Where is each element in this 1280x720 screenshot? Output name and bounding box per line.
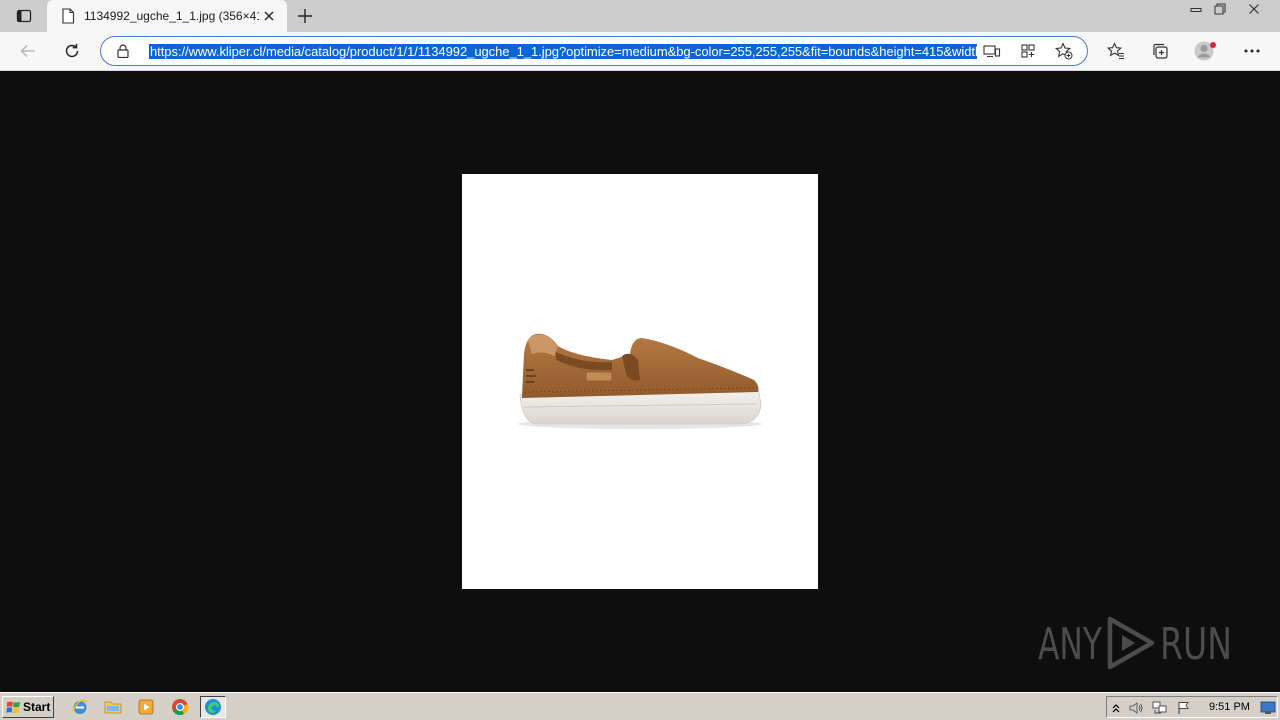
lock-icon[interactable] (115, 43, 131, 59)
tab-close-icon[interactable] (259, 6, 279, 26)
slip-on-shoe-image (518, 333, 762, 429)
close-icon (1249, 4, 1259, 14)
chrome-icon (172, 699, 189, 715)
show-desktop-icon[interactable] (1260, 700, 1276, 716)
taskbar-edge[interactable] (200, 696, 226, 718)
image-viewer: ANY RUN (0, 71, 1280, 692)
start-label: Start (23, 700, 51, 714)
add-favorite-icon[interactable] (1053, 41, 1075, 61)
url-selected-text: https://www.kliper.cl/media/catalog/prod… (149, 44, 977, 59)
start-button[interactable]: Start (2, 696, 54, 718)
taskbar-explorer[interactable] (100, 696, 126, 718)
watermark-left-text: ANY (1038, 619, 1102, 670)
windows-logo-icon (6, 701, 20, 713)
browser-toolbar: https://www.kliper.cl/media/catalog/prod… (0, 32, 1280, 71)
tab-title: 1134992_ugche_1_1.jpg (356×415) (84, 9, 259, 23)
internet-explorer-icon (72, 699, 88, 714)
more-icon (1244, 49, 1260, 53)
page-file-icon (60, 8, 76, 24)
restore-icon (1214, 3, 1226, 15)
system-tray: 9:51 PM (1106, 696, 1278, 718)
new-tab-button[interactable] (293, 4, 317, 28)
network-icon[interactable] (1152, 700, 1168, 716)
address-bar[interactable]: https://www.kliper.cl/media/catalog/prod… (100, 36, 1088, 66)
close-window-button[interactable] (1243, 0, 1265, 18)
anyrun-watermark: ANY RUN (1038, 611, 1238, 673)
product-image[interactable] (462, 174, 818, 589)
back-arrow-icon (20, 44, 35, 58)
profile-button[interactable] (1191, 36, 1221, 66)
app-available-icon[interactable] (1017, 41, 1039, 61)
taskbar-chrome[interactable] (167, 696, 193, 718)
edge-icon (205, 699, 221, 715)
settings-more-button[interactable] (1237, 36, 1267, 66)
tab-actions-button[interactable] (8, 4, 40, 28)
active-tab[interactable]: 1134992_ugche_1_1.jpg (356×415) (47, 0, 287, 32)
watermark-right-text: RUN (1160, 619, 1232, 670)
media-player-icon (138, 699, 154, 715)
taskbar-ie[interactable] (67, 696, 93, 718)
folder-icon (104, 701, 122, 714)
clock[interactable]: 9:51 PM (1209, 701, 1250, 713)
taskbar: Start 9:51 PM (0, 692, 1280, 720)
refresh-button[interactable] (57, 36, 87, 66)
tray-expand-icon[interactable] (1108, 700, 1124, 716)
favorites-icon (1107, 42, 1124, 60)
immersive-reader-icon[interactable] (981, 41, 1003, 61)
taskbar-media-player[interactable] (133, 696, 159, 718)
minimize-icon (1190, 8, 1202, 12)
tab-actions-icon (16, 9, 32, 23)
favorites-button[interactable] (1101, 36, 1131, 66)
back-button[interactable] (13, 36, 43, 66)
volume-icon[interactable] (1128, 700, 1144, 716)
refresh-icon (65, 43, 79, 58)
tab-strip: 1134992_ugche_1_1.jpg (356×415) (0, 0, 1280, 32)
action-center-flag-icon[interactable] (1176, 700, 1192, 716)
url-text[interactable]: https://www.kliper.cl/media/catalog/prod… (149, 43, 977, 60)
plus-icon (298, 9, 312, 23)
restore-button[interactable] (1209, 0, 1231, 18)
collections-button[interactable] (1145, 36, 1175, 66)
avatar (1194, 41, 1216, 61)
collections-icon (1153, 43, 1168, 59)
minimize-button[interactable] (1185, 0, 1207, 18)
